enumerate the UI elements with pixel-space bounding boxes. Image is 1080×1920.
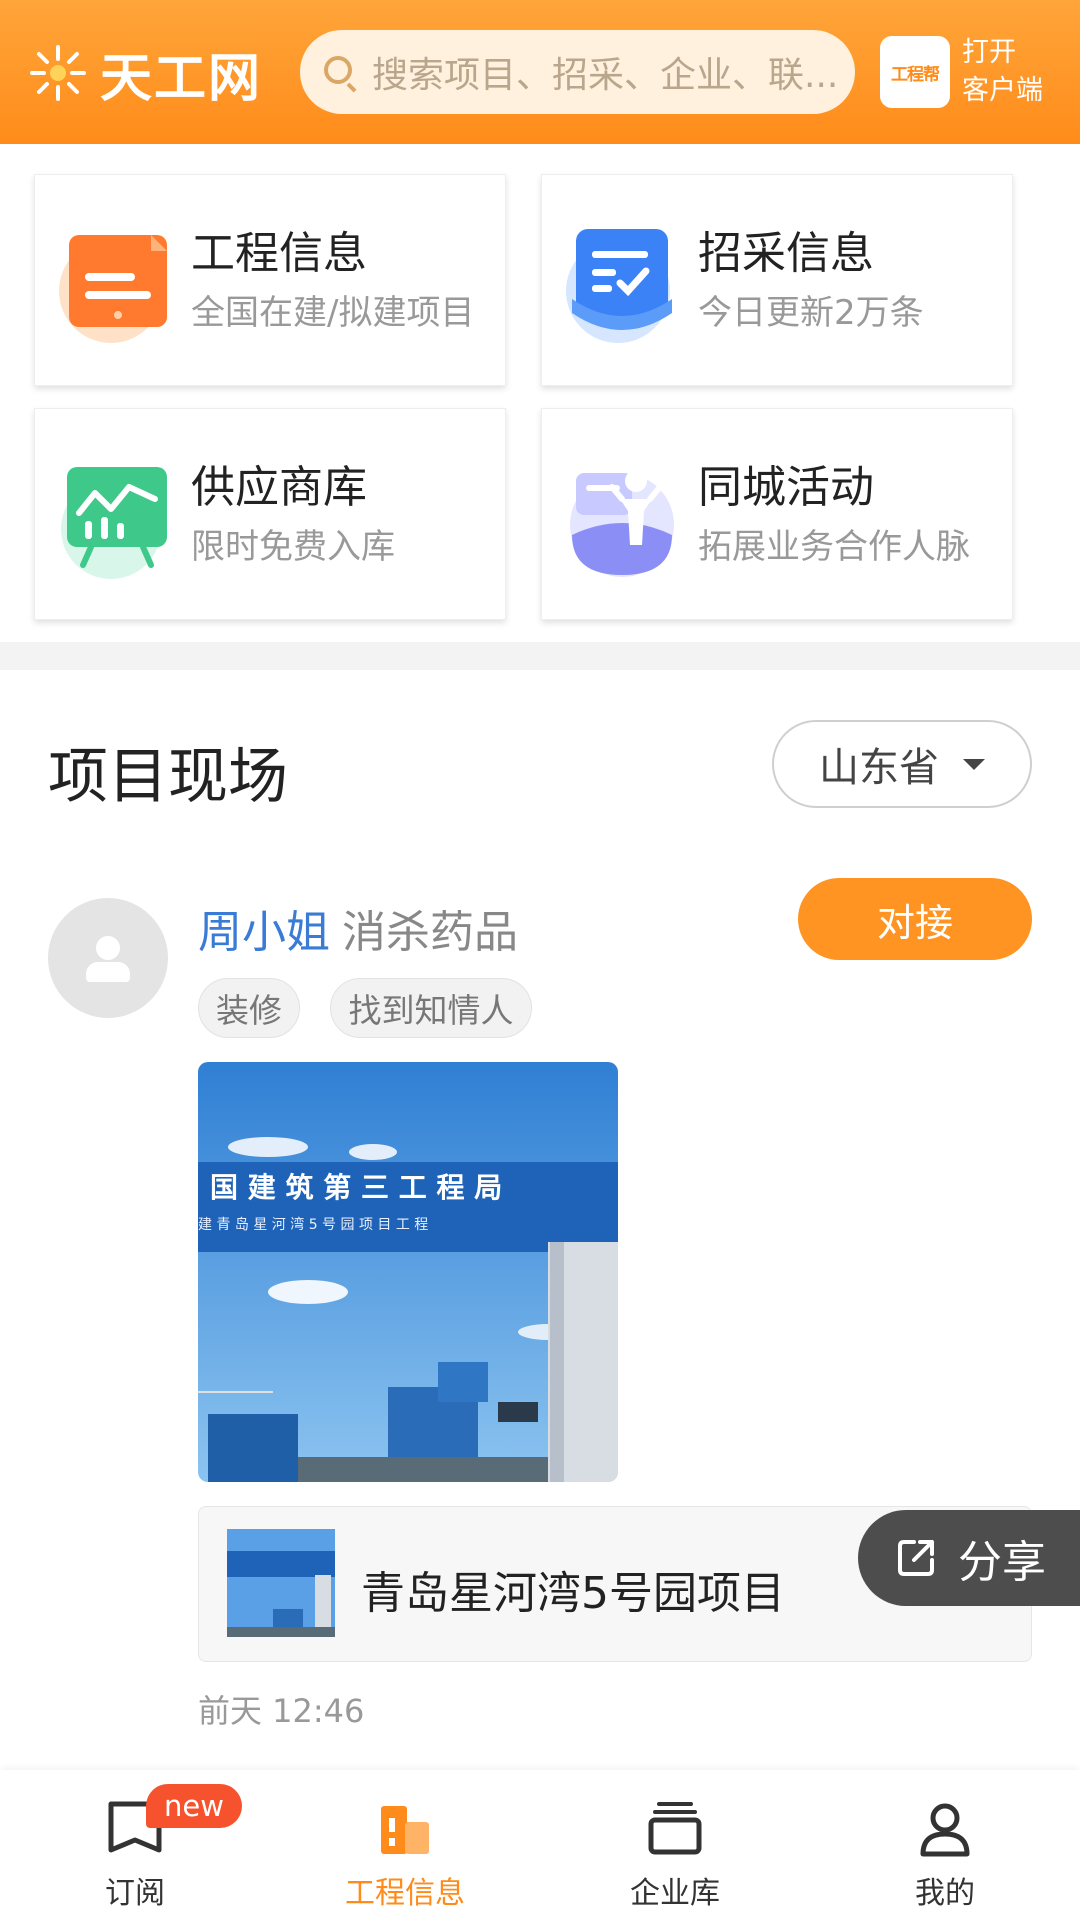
site-photo[interactable]: 国 建 筑 第 三 工 程 局 建 青 岛 星 河 湾 5 号 园 项 目 工 … [198,1062,618,1482]
tile-local-events[interactable]: 同城活动 拓展业务合作人脉 [541,408,1013,620]
sun-logo-icon [28,43,88,103]
chevron-down-icon [963,758,985,770]
tile-title: 同城活动 [698,462,874,513]
checklist-icon [558,217,688,347]
folder-stack-icon [645,1798,705,1858]
tile-supplier-library[interactable]: 供应商库 限时免费入库 [34,408,506,620]
building-icon [375,1798,435,1858]
author-company: 消杀药品 [342,907,518,958]
section-title: 项目现场 [48,742,288,812]
app-badge-text: 工程帮 [891,64,940,85]
nav-label: 我的 [915,1876,975,1911]
search-bar[interactable]: 搜索项目、招采、企业、联... [300,30,855,114]
photo-banner-text: 国 建 筑 第 三 工 程 局 [210,1171,503,1204]
nav-item-company-library[interactable]: 企业库 [540,1770,810,1920]
nav-label: 工程信息 [345,1876,465,1911]
open-client-line1: 打开 [962,37,1016,68]
nav-item-subscribe[interactable]: new 订阅 [0,1770,270,1920]
post-timestamp: 前天 12:46 [198,1692,365,1730]
tag-chip[interactable]: 找到知情人 [330,978,532,1038]
search-icon [320,52,360,93]
author-name[interactable]: 周小姐 [198,896,330,960]
photo-banner-subtext: 建 青 岛 星 河 湾 5 号 园 项 目 工 程 [198,1217,429,1233]
nav-item-project-info[interactable]: 工程信息 [270,1770,540,1920]
bottom-nav: new 订阅 工程信息 企业库 我的 [0,1770,1080,1920]
logo-text: 天工网 [100,48,263,109]
user-icon [915,1798,975,1858]
person-chat-icon [558,451,688,581]
share-label: 分享 [958,1537,1046,1588]
top-header: 天工网 搜索项目、招采、企业、联... 工程帮 打开 客户端 [0,0,1080,144]
site-logo[interactable]: 天工网 [28,38,263,109]
new-badge: new [146,1784,242,1828]
tile-project-info[interactable]: 工程信息 全国在建/拟建项目 [34,174,506,386]
avatar[interactable] [48,898,168,1018]
tile-subtitle: 拓展业务合作人脉 [698,527,970,567]
province-label: 山东省 [819,745,939,791]
tile-procurement-info[interactable]: 招采信息 今日更新2万条 [541,174,1013,386]
app-logo-badge[interactable]: 工程帮 [880,36,950,108]
search-placeholder[interactable]: 搜索项目、招采、企业、联... [372,46,852,98]
project-name: 青岛星河湾5号园项目 [361,1568,785,1619]
chart-board-icon [51,451,181,581]
share-button[interactable]: 分享 [858,1510,1080,1606]
tile-subtitle: 今日更新2万条 [698,293,924,333]
open-client-link[interactable]: 打开 客户端 [962,34,1072,110]
share-icon [894,1536,938,1580]
nav-item-profile[interactable]: 我的 [810,1770,1080,1920]
category-tiles: 工程信息 全国在建/拟建项目 招采信息 今日更新2万条 供应商库 限时免费入库 … [0,144,1080,644]
open-client-line2: 客户端 [962,75,1043,106]
document-icon [51,217,181,347]
nav-label: 订阅 [105,1876,165,1911]
tile-title: 工程信息 [191,228,367,279]
tag-chip[interactable]: 装修 [198,978,300,1038]
connect-button[interactable]: 对接 [798,878,1032,960]
tile-title: 招采信息 [698,228,874,279]
tile-subtitle: 全国在建/拟建项目 [191,293,475,333]
nav-label: 企业库 [630,1876,720,1911]
project-thumbnail [227,1529,335,1637]
tile-title: 供应商库 [191,462,367,513]
tile-subtitle: 限时免费入库 [191,527,395,567]
section-divider [0,642,1080,670]
province-dropdown[interactable]: 山东省 [772,720,1032,808]
